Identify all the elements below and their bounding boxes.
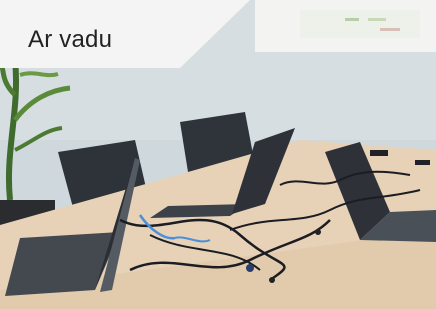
caption-text: Ar vadu: [28, 26, 113, 53]
image-card: Ar vadu: [0, 0, 436, 309]
